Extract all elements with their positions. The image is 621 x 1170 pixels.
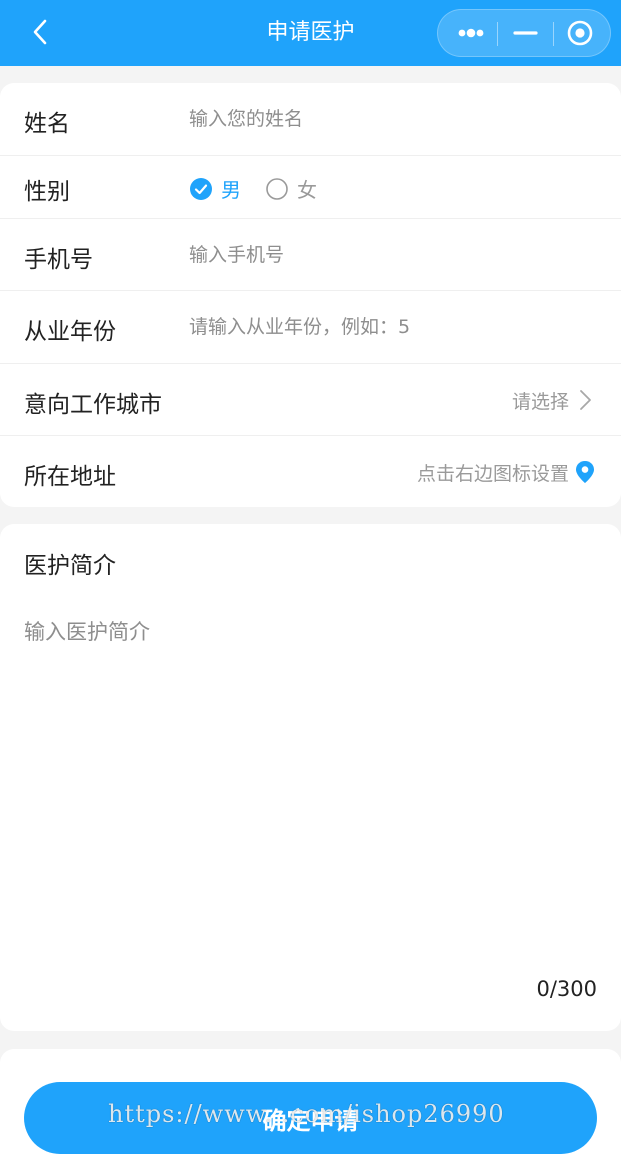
gender-option-female[interactable]: 女	[266, 174, 317, 203]
close-target-icon[interactable]	[554, 10, 610, 56]
name-input[interactable]	[189, 106, 589, 132]
radio-checked-icon	[190, 177, 212, 200]
form-card: 姓名 性别 男 女 手机号 从业年	[0, 83, 621, 507]
name-row: 姓名	[0, 83, 621, 156]
minimize-icon[interactable]	[498, 10, 554, 56]
city-row[interactable]: 意向工作城市 请选择	[0, 364, 621, 436]
address-label: 所在地址	[24, 464, 116, 490]
gender-label: 性别	[24, 179, 70, 205]
years-label: 从业年份	[24, 319, 116, 345]
radio-unchecked-icon	[266, 177, 288, 200]
phone-row: 手机号	[0, 219, 621, 291]
years-row: 从业年份	[0, 291, 621, 364]
phone-label: 手机号	[24, 247, 93, 273]
location-pin-icon[interactable]	[575, 460, 595, 488]
intro-card: 医护简介 0/300	[0, 524, 621, 1031]
intro-title: 医护简介	[24, 553, 116, 579]
intro-textarea[interactable]	[24, 616, 597, 946]
chevron-right-icon	[577, 388, 593, 416]
more-icon[interactable]	[442, 10, 498, 56]
phone-input[interactable]	[189, 242, 589, 268]
mini-program-capsule	[437, 9, 611, 57]
address-row: 所在地址 点击右边图标设置	[0, 436, 621, 507]
gender-option-male[interactable]: 男	[190, 174, 241, 203]
gender-row: 性别 男 女	[0, 156, 621, 219]
submit-button[interactable]: 确定申请	[24, 1082, 597, 1154]
city-label: 意向工作城市	[24, 392, 162, 418]
city-select-value[interactable]: 请选择	[512, 387, 569, 414]
address-value: 点击右边图标设置	[416, 463, 569, 485]
gender-male-label: 男	[221, 178, 241, 202]
gender-female-label: 女	[297, 178, 317, 202]
years-input[interactable]	[189, 314, 589, 340]
char-counter: 0/300	[536, 977, 597, 1001]
nav-bar: 申请医护	[0, 0, 621, 66]
name-label: 姓名	[24, 111, 70, 137]
